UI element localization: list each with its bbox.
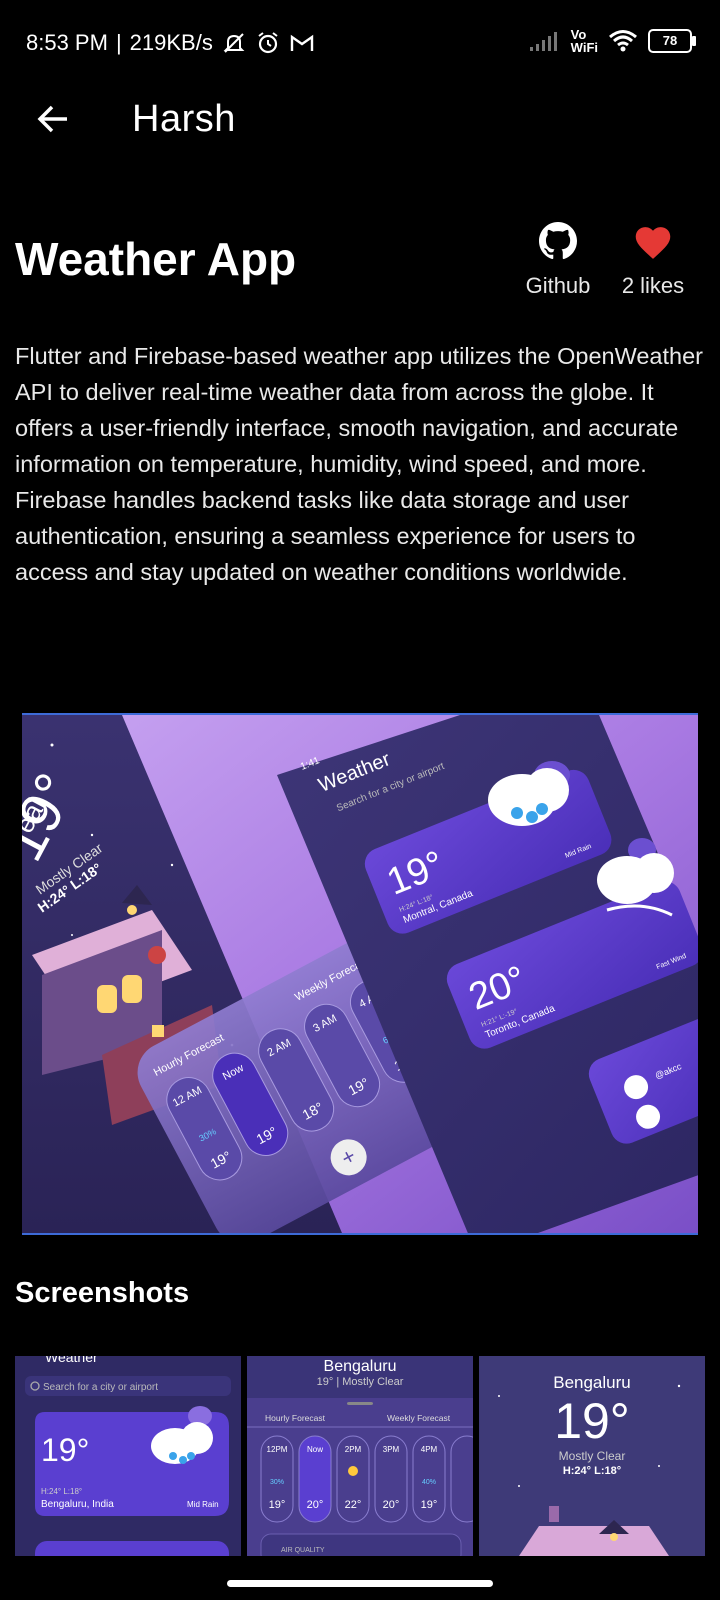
gmail-icon [290,34,314,51]
alarm-icon [258,32,278,54]
svg-text:AIR QUALITY: AIR QUALITY [281,1547,325,1554]
project-description: Flutter and Firebase-based weather app u… [15,343,703,585]
screenshot-3[interactable]: Bengaluru 19° Mostly Clear H:24° L:18° [479,1356,705,1556]
svg-text:Now: Now [307,1445,323,1454]
svg-text:22°: 22° [345,1499,362,1511]
cover-illustration: eal 19° Mostly Clear H:24° L:18° Hourly … [22,715,698,1233]
signal-icon [529,32,557,51]
likes-count: 2 likes [621,273,685,298]
home-indicator[interactable] [227,1580,493,1587]
arrow-left-icon [37,105,67,133]
svg-text:Bengaluru, India: Bengaluru, India [41,1499,114,1510]
svg-text:Hourly Forecast: Hourly Forecast [265,1413,326,1423]
svg-text:20°: 20° [383,1499,400,1511]
page-title: Harsh [132,98,236,140]
svg-text:19° | Mostly Clear: 19° | Mostly Clear [317,1376,404,1388]
app-bar: Harsh [0,86,720,152]
svg-text:Weather: Weather [45,1356,98,1365]
github-label: Github [525,273,591,298]
svg-text:19°: 19° [41,1432,89,1468]
svg-text:19°: 19° [421,1499,438,1511]
wifi-icon [609,30,637,52]
screenshot-2[interactable]: Bengaluru 19° | Mostly Clear Hourly Fore… [247,1356,473,1556]
svg-text:2PM: 2PM [345,1445,362,1454]
svg-text:19°: 19° [269,1499,286,1511]
heart-icon [635,227,671,259]
like-button[interactable]: 2 likes [612,222,694,299]
svg-text:Mostly Clear: Mostly Clear [559,1449,626,1463]
screenshot-home: Bengaluru 19° Mostly Clear H:24° L:18° [479,1356,705,1556]
svg-text:3PM: 3PM [383,1445,400,1454]
svg-text:4PM: 4PM [421,1445,438,1454]
svg-text:19°: 19° [554,1393,630,1449]
screenshots-heading: Screenshots [15,1277,190,1309]
svg-text:Mid Rain: Mid Rain [187,1500,219,1509]
silent-icon [223,33,245,53]
vowifi-badge: Vo WiFi [570,27,598,55]
github-icon [539,222,577,260]
screenshot-1[interactable]: Weather Search for a city or airport 19°… [15,1356,241,1556]
back-button[interactable] [30,96,76,142]
svg-text:Bengaluru: Bengaluru [324,1358,397,1375]
battery-indicator: 78 [648,29,696,53]
screenshots-gallery[interactable]: Weather Search for a city or airport 19°… [15,1356,705,1556]
svg-text:Weekly Forecast: Weekly Forecast [387,1413,451,1423]
network-speed: 219KB/s [129,30,213,55]
screenshot-weather-list: Weather Search for a city or airport 19°… [15,1356,241,1556]
screenshot-forecast: Bengaluru 19° | Mostly Clear Hourly Fore… [247,1356,473,1556]
github-button[interactable]: Github [522,222,594,299]
svg-text:Bengaluru: Bengaluru [553,1373,631,1392]
svg-text:20°: 20° [307,1499,324,1511]
svg-text:12PM: 12PM [267,1445,288,1454]
svg-text:30%: 30% [270,1479,284,1486]
svg-text:Search for a city or airport: Search for a city or airport [43,1382,158,1393]
svg-text:40%: 40% [422,1479,436,1486]
project-cover-image[interactable]: eal 19° Mostly Clear H:24° L:18° Hourly … [22,713,698,1235]
svg-text:H:24° L:18°: H:24° L:18° [41,1487,82,1496]
svg-text:H:24° L:18°: H:24° L:18° [563,1465,621,1477]
status-bar: 8:53 PM | 219KB/s Vo WiFi 78 [0,0,720,86]
project-title: Weather App [15,233,297,285]
status-time: 8:53 PM [26,30,108,55]
